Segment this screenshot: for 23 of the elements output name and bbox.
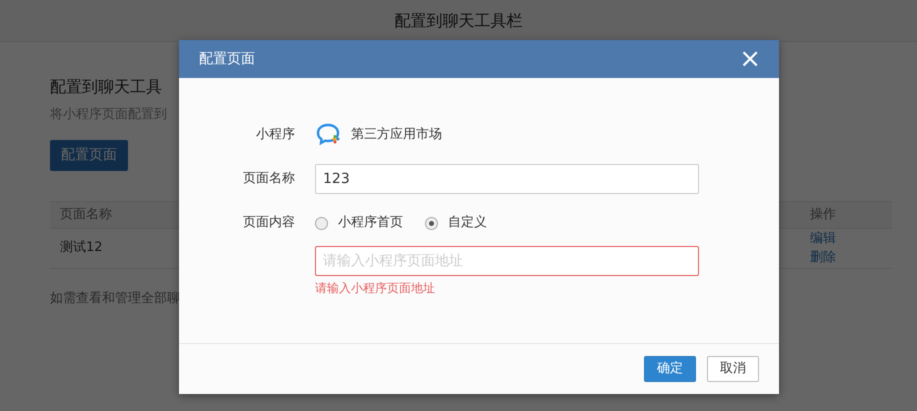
action-link[interactable]: 编辑 <box>810 228 836 248</box>
action-link[interactable]: 删除 <box>810 248 836 268</box>
page-title: 配置到聊天工具栏 <box>0 0 917 42</box>
app-name: 第三方应用市场 <box>351 126 442 144</box>
confirm-button[interactable]: 确定 <box>644 356 696 382</box>
radio-option[interactable]: 小程序首页 <box>315 208 403 238</box>
section-title: 配置到聊天工具 <box>50 77 162 96</box>
radio-icon[interactable] <box>315 216 328 230</box>
column-header: 页面名称 <box>60 206 112 222</box>
radio-option[interactable]: 自定义 <box>425 208 487 238</box>
field-label: 页面名称 <box>242 170 296 188</box>
field-label: 页面内容 <box>242 214 296 232</box>
field-label: 小程序 <box>255 126 296 144</box>
error-message: 请输入小程序页面地址 <box>315 280 436 297</box>
page-name-field[interactable]: 123 <box>315 164 699 194</box>
radio-icon[interactable] <box>425 216 438 230</box>
table-cell: 测试12 <box>60 240 103 256</box>
cancel-button[interactable]: 取消 <box>707 356 759 382</box>
close-button[interactable]: × <box>739 46 761 72</box>
configure-page-button[interactable]: 配置页面 <box>50 140 128 170</box>
dialog-title: 配置页面 <box>199 50 255 68</box>
column-header: 操作 <box>810 206 836 222</box>
footer-note: 如需查看和管理全部聊 <box>50 290 180 306</box>
